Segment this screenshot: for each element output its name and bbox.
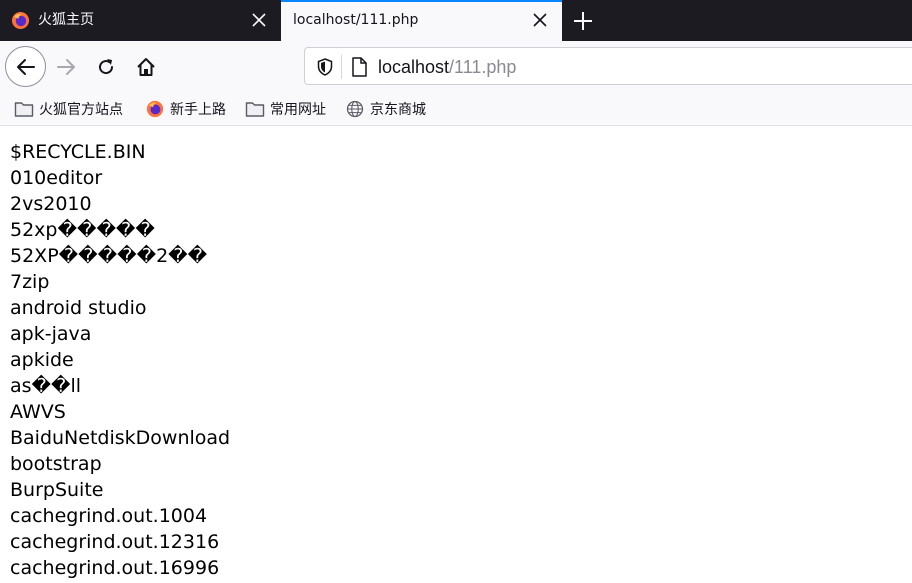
url-path: /111.php [449, 57, 517, 77]
shield-icon[interactable] [317, 58, 333, 76]
list-item: 7zip [10, 271, 50, 293]
tab-title: 火狐主页 [38, 12, 94, 28]
list-item: 52xp����� [10, 219, 155, 241]
tab-localhost[interactable]: localhost/111.php [281, 0, 562, 41]
url-host: localhost [378, 57, 450, 77]
bookmark-firefox-official[interactable]: 火狐官方站点 [14, 98, 123, 120]
bookmark-label: 常用网址 [270, 102, 326, 118]
home-button[interactable] [132, 53, 160, 81]
list-item: cachegrind.out.12316 [10, 531, 220, 553]
active-tab-indicator [281, 0, 562, 2]
reload-icon [99, 59, 114, 75]
bookmark-label: 新手上路 [170, 102, 226, 118]
list-item: 52XP�����2�� [10, 245, 208, 267]
url-text[interactable]: localhost/111.php [378, 57, 516, 77]
new-tab-icon[interactable] [570, 8, 596, 34]
list-item: $RECYCLE.BIN [10, 141, 146, 163]
arrow-right-icon [57, 59, 75, 75]
back-button[interactable] [5, 46, 46, 87]
urlbar-separator [341, 55, 342, 79]
bookmark-label: 京东商城 [370, 102, 426, 118]
tab-strip: 火狐主页 localhost/111.php [0, 0, 912, 41]
bookmarks-toolbar: 火狐官方站点 新手上路 常用网址 京东商城 [0, 92, 912, 126]
navigation-toolbar: localhost/111.php [0, 41, 912, 92]
tab-firefox-home[interactable]: 火狐主页 [0, 0, 281, 41]
list-item: BaiduNetdiskDownload [10, 427, 231, 449]
folder-icon [245, 102, 265, 117]
bookmark-jd-mall[interactable]: 京东商城 [345, 98, 426, 120]
arrow-left-icon [16, 58, 35, 75]
bookmark-getting-started[interactable]: 新手上路 [145, 98, 226, 120]
page-icon[interactable] [351, 57, 367, 77]
tab-title: localhost/111.php [293, 12, 419, 28]
list-item: as��ll [10, 375, 82, 397]
list-item: cachegrind.out.16996 [10, 557, 220, 579]
reload-button[interactable] [92, 53, 120, 81]
close-icon[interactable] [532, 12, 548, 28]
close-icon[interactable] [251, 12, 267, 28]
list-item: apk-java [10, 323, 92, 345]
firefox-icon [146, 100, 164, 118]
bookmark-label: 火狐官方站点 [39, 102, 123, 118]
forward-button[interactable] [52, 53, 80, 81]
list-item: apkide [10, 349, 74, 371]
folder-icon [14, 102, 34, 117]
list-item: cachegrind.out.1004 [10, 505, 208, 527]
globe-icon [346, 100, 364, 118]
list-item: AWVS [10, 401, 66, 423]
firefox-icon [11, 11, 30, 30]
list-item: BurpSuite [10, 479, 104, 501]
directory-listing: $RECYCLE.BIN 010editor 2vs2010 52xp�����… [10, 139, 900, 581]
bookmark-common-sites[interactable]: 常用网址 [245, 98, 326, 120]
list-item: 010editor [10, 167, 103, 189]
home-icon [137, 58, 155, 76]
list-item: android studio [10, 297, 147, 319]
list-item: bootstrap [10, 453, 102, 475]
list-item: 2vs2010 [10, 193, 92, 215]
url-bar[interactable]: localhost/111.php [304, 47, 912, 85]
